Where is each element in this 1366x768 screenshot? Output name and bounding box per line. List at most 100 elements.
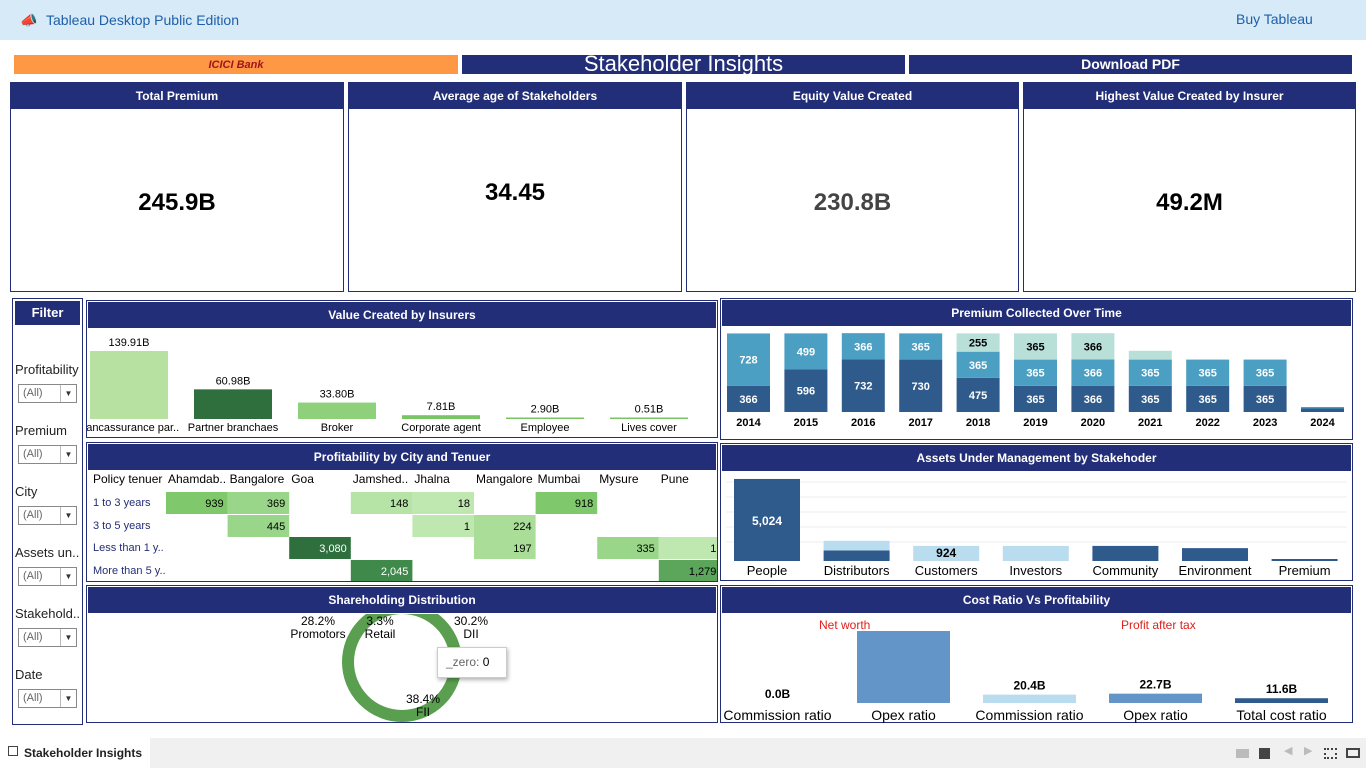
heatmap-chart: Policy tenuer Ahamdab.. Bangalore Goa Jamshe… — [93, 472, 717, 581]
tick-label: Investors — [1009, 563, 1062, 578]
fullscreen-icon[interactable] — [1324, 748, 1337, 759]
column-header: Mangalore — [476, 472, 533, 486]
next-sheet-icon[interactable]: ▶ — [1304, 744, 1312, 757]
filter-dropdown[interactable]: (All) ▼ — [18, 628, 77, 647]
cell-label: 148 — [390, 498, 408, 510]
present-icon[interactable] — [1346, 748, 1360, 758]
data-label: 728 — [739, 355, 757, 367]
tick-label: Commission ratio — [975, 707, 1083, 723]
tick-label: 2018 — [966, 417, 990, 429]
bar — [194, 389, 272, 419]
cost-ratio-panel: Cost Ratio Vs Profitability Net worth Pr… — [720, 585, 1353, 723]
data-label: 60.98B — [216, 375, 251, 387]
filmstrip-icon[interactable] — [1259, 748, 1270, 759]
panel-title: Profitability by City and Tenuer — [88, 444, 716, 470]
tick-label: Customers — [915, 563, 978, 578]
cell-label: 3,080 — [319, 543, 347, 555]
data-label: 365 — [969, 360, 987, 372]
premium-time-chart: 366 596 732 730 475 365 366 365 365 365 728 499 366 3… — [727, 333, 1344, 429]
shareholding-chart: 28.2%Promotors 3.3%Retail 30.2%DII 38.4%FII — [290, 614, 488, 722]
data-label: 365 — [1256, 394, 1274, 406]
cell-label: 369 — [267, 498, 285, 510]
row-label: 3 to 5 years — [93, 520, 151, 532]
bar — [823, 550, 890, 561]
column-header: Mysure — [599, 472, 639, 486]
bar — [506, 417, 584, 419]
chevron-down-icon[interactable]: ▼ — [60, 507, 76, 524]
kpi-equity-value: Equity Value Created 230.8B — [686, 82, 1019, 292]
cell-label: 939 — [205, 498, 223, 510]
bar — [1235, 698, 1328, 703]
kpi-label: Average age of Stakeholders — [349, 83, 681, 109]
stacked-segment — [1128, 350, 1172, 360]
filter-dropdown[interactable]: (All) ▼ — [18, 384, 77, 403]
tick-label: 2019 — [1023, 417, 1047, 429]
cell-label: 918 — [575, 498, 593, 510]
premium-time-panel: Premium Collected Over Time 366 596 732 730… — [720, 298, 1353, 440]
cell-label: 224 — [513, 521, 531, 533]
tick-label: Premium — [1279, 563, 1331, 578]
bar — [610, 417, 688, 419]
buy-tableau-link[interactable]: Buy Tableau — [1236, 11, 1313, 27]
data-label: 365 — [912, 341, 930, 353]
column-header: Bangalore — [230, 472, 285, 486]
chevron-down-icon[interactable]: ▼ — [60, 446, 76, 463]
stacked-segment — [1301, 407, 1344, 409]
slice-pct: 28.2% — [301, 614, 335, 628]
column-header: Ahamdab.. — [168, 472, 226, 486]
cell-label: 1,279 — [689, 566, 717, 578]
tick-label: 2015 — [794, 417, 818, 429]
tick-label: Employee — [521, 422, 570, 434]
bar — [1271, 559, 1338, 561]
bar — [298, 402, 376, 419]
data-label: 366 — [739, 394, 757, 406]
chevron-down-icon[interactable]: ▼ — [60, 568, 76, 585]
tooltip: _zero: 0 — [437, 647, 507, 678]
chevron-down-icon[interactable]: ▼ — [60, 690, 76, 707]
data-label: 255 — [969, 338, 987, 350]
kpi-value: 245.9B — [138, 189, 216, 216]
grid-view-icon[interactable] — [1236, 749, 1249, 758]
data-label: 365 — [1141, 394, 1159, 406]
filter-value: (All) — [23, 387, 43, 399]
slice-pct: 30.2% — [454, 614, 488, 628]
filter-dropdown[interactable]: (All) ▼ — [18, 506, 77, 525]
bar — [823, 540, 890, 551]
value-created-chart: 139.91B Bancassurance par.. 60.98B Partner … — [87, 337, 688, 434]
shareholding-panel: Shareholding Distribution 28.2% Promotors… — [86, 585, 718, 723]
bar — [857, 631, 950, 703]
panel-title: Value Created by Insurers — [88, 302, 716, 328]
cell-label: 2,045 — [381, 566, 409, 578]
kpi-label: Equity Value Created — [687, 83, 1018, 109]
filter-label: Stakehold.. — [15, 606, 81, 621]
column-header: Goa — [291, 472, 314, 486]
slice-label: FII — [416, 705, 430, 719]
filter-label: Date — [15, 667, 43, 682]
slice-label: DII — [463, 627, 478, 641]
data-label: 33.80B — [320, 389, 355, 401]
row-label: 1 to 3 years — [93, 497, 151, 509]
bar — [1109, 693, 1202, 703]
data-label: 365 — [1199, 394, 1217, 406]
data-label: 5,024 — [752, 514, 782, 528]
data-label: 365 — [1256, 368, 1274, 380]
data-label: 730 — [912, 381, 930, 393]
group-label: Net worth — [819, 618, 871, 632]
aum-chart: 5,024 924 People Distributors Customers Inves… — [726, 478, 1347, 578]
chevron-down-icon[interactable]: ▼ — [60, 629, 76, 646]
tick-label: Total cost ratio — [1236, 707, 1326, 723]
bar — [402, 415, 480, 419]
data-label: 365 — [1026, 368, 1044, 380]
filter-dropdown[interactable]: (All) ▼ — [18, 445, 77, 464]
filter-dropdown[interactable]: (All) ▼ — [18, 689, 77, 708]
cell-label: 335 — [636, 543, 654, 555]
prev-sheet-icon[interactable]: ◀ — [1284, 744, 1292, 757]
filter-dropdown[interactable]: (All) ▼ — [18, 567, 77, 586]
download-pdf-button[interactable]: Download PDF — [909, 55, 1352, 74]
data-label: 732 — [854, 381, 872, 393]
data-label: 475 — [969, 390, 987, 402]
data-label: 0.51B — [635, 404, 664, 416]
cost-ratio-chart: 0.0BCommission ratio191.2BOpex ratio20.4… — [723, 631, 1328, 723]
sheet-tab[interactable]: Stakeholder Insights — [0, 738, 150, 768]
chevron-down-icon[interactable]: ▼ — [60, 385, 76, 402]
